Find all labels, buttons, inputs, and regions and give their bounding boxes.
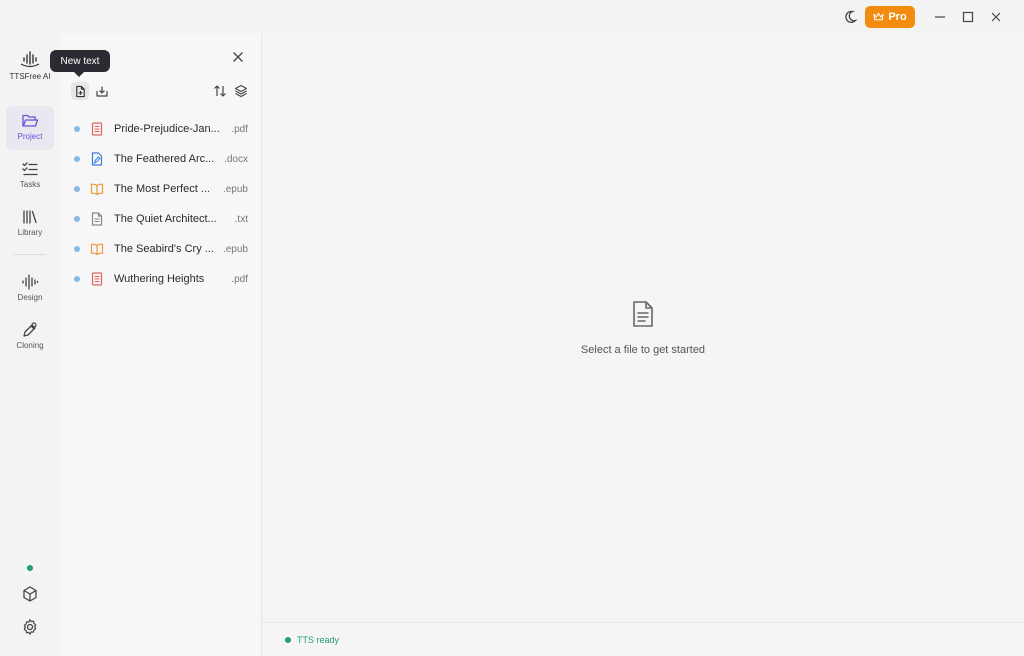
library-icon: [23, 210, 37, 224]
close-window-icon[interactable]: [988, 9, 1004, 25]
file-name: Pride-Prejudice-Jan...: [114, 123, 220, 135]
file-row[interactable]: Wuthering Heights .pdf: [60, 264, 262, 294]
pro-label: Pro: [888, 11, 907, 23]
file-extension: .epub: [222, 184, 248, 195]
import-button[interactable]: [93, 82, 111, 100]
nav-item-cloning[interactable]: Cloning: [6, 315, 54, 359]
sort-icon: [214, 85, 226, 97]
layers-icon: [234, 84, 248, 98]
txt-file-icon: [91, 212, 103, 226]
empty-state: Select a file to get started: [262, 300, 1024, 358]
file-name: The Quiet Architect...: [114, 213, 217, 225]
crown-icon: [873, 12, 884, 21]
file-extension: .epub: [222, 244, 248, 255]
file-status-dot: [74, 186, 80, 192]
docx-file-icon: [91, 152, 103, 166]
brand-logo-icon: [20, 51, 40, 68]
file-extension: .pdf: [231, 124, 248, 135]
file-extension: .pdf: [231, 274, 248, 285]
moon-icon[interactable]: [842, 9, 858, 25]
file-status-dot: [74, 276, 80, 282]
title-bar: Pro: [0, 0, 1024, 34]
import-icon: [96, 86, 108, 97]
layers-button[interactable]: [232, 82, 250, 100]
nav-label-cloning: Cloning: [16, 341, 44, 350]
cube-icon[interactable]: [21, 585, 39, 603]
file-extension: .txt: [234, 214, 248, 225]
checklist-icon: [22, 162, 38, 176]
minimize-icon[interactable]: [932, 9, 948, 25]
file-status-dot: [74, 216, 80, 222]
pdf-file-icon: [91, 122, 103, 136]
file-row[interactable]: The Most Perfect ... .epub: [60, 174, 262, 204]
nav-label-project: Project: [17, 132, 43, 141]
file-plus-icon: [75, 85, 85, 97]
file-status-dot: [74, 126, 80, 132]
file-row[interactable]: The Quiet Architect... .txt: [60, 204, 262, 234]
new-text-button[interactable]: [71, 82, 89, 100]
pdf-file-icon: [91, 272, 103, 286]
file-name: The Feathered Arc...: [114, 153, 215, 165]
waveform-icon: [22, 274, 39, 290]
nav-item-design[interactable]: Design: [6, 267, 54, 311]
file-row[interactable]: Pride-Prejudice-Jan... .pdf: [60, 114, 262, 144]
file-list: Pride-Prejudice-Jan... .pdf The Feathere…: [60, 114, 262, 294]
tts-status-dot: [285, 637, 291, 643]
file-extension: .docx: [224, 154, 248, 165]
file-row[interactable]: The Seabird's Cry ... .epub: [60, 234, 262, 264]
file-name: The Most Perfect ...: [114, 183, 210, 195]
pen-icon: [23, 322, 37, 337]
nav-label-library: Library: [17, 228, 43, 237]
nav-item-project[interactable]: Project: [6, 106, 54, 150]
book-icon: [90, 243, 104, 256]
new-text-tooltip: New text: [50, 50, 110, 77]
file-status-dot: [74, 156, 80, 162]
status-bar: TTS ready: [262, 622, 1024, 656]
file-name: Wuthering Heights: [114, 273, 205, 285]
maximize-icon[interactable]: [960, 9, 976, 25]
main-content: Select a file to get started: [262, 34, 1024, 622]
nav-label-design: Design: [17, 293, 43, 302]
file-row[interactable]: The Feathered Arc... .docx: [60, 144, 262, 174]
file-status-dot: [74, 246, 80, 252]
folder-open-icon: [22, 114, 39, 127]
tts-status-text: TTS ready: [297, 635, 340, 645]
brand-name: TTSFree AI: [9, 72, 51, 81]
document-icon: [633, 301, 653, 327]
sort-button[interactable]: [211, 82, 229, 100]
close-panel-icon[interactable]: [231, 50, 245, 64]
pro-button[interactable]: Pro: [865, 6, 915, 28]
file-panel: New text Pride-Prejudice-Jan... .pdf The…: [50, 34, 262, 656]
file-name: The Seabird's Cry ...: [114, 243, 214, 255]
nav-item-tasks[interactable]: Tasks: [6, 154, 54, 198]
nav-item-library[interactable]: Library: [6, 202, 54, 246]
book-icon: [90, 183, 104, 196]
nav-rail: TTSFree AI Project Tasks Library Design …: [0, 34, 60, 656]
gear-icon[interactable]: [21, 618, 39, 636]
nav-label-tasks: Tasks: [19, 180, 41, 189]
rail-divider: [14, 254, 46, 255]
connection-status-dot: [27, 565, 33, 571]
empty-state-text: Select a file to get started: [580, 344, 706, 356]
